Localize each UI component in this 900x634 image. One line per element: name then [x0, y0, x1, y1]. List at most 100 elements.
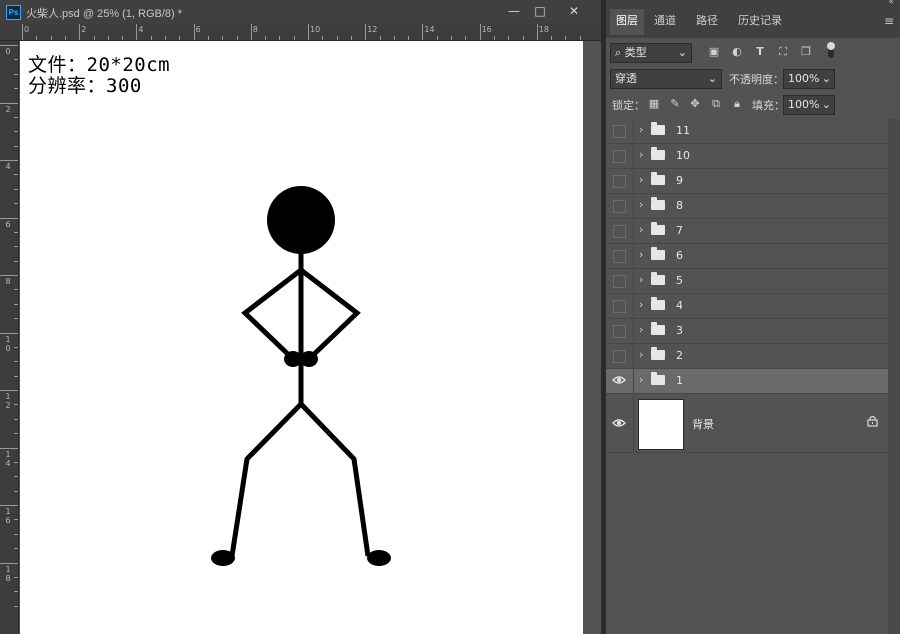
layer-visibility-toggle[interactable] [606, 269, 634, 293]
layer-name[interactable]: 6 [676, 249, 683, 262]
layer-group-row[interactable]: › 11 [606, 119, 888, 144]
layer-group-row[interactable]: › 4 [606, 294, 888, 319]
ruler-tick [393, 36, 395, 40]
filter-toggle[interactable] [827, 42, 835, 58]
layer-visibility-toggle[interactable] [606, 394, 634, 452]
layer-name[interactable]: 7 [676, 224, 683, 237]
ruler-tick [422, 24, 424, 40]
expand-chevron-icon[interactable]: › [639, 148, 643, 161]
layer-thumbnail[interactable] [638, 399, 684, 450]
layer-name[interactable]: 4 [676, 299, 683, 312]
close-button[interactable]: ✕ [560, 2, 588, 20]
layer-visibility-toggle[interactable] [606, 294, 634, 318]
tab-history[interactable]: 历史记录 [732, 9, 788, 35]
stick-figure-right-foot [367, 550, 391, 566]
layer-group-row[interactable]: › 10 [606, 144, 888, 169]
ruler-tick [122, 36, 124, 40]
layer-visibility-toggle[interactable] [606, 194, 634, 218]
ruler-tick [465, 36, 467, 40]
layer-visibility-toggle[interactable] [606, 119, 634, 143]
layer-group-row[interactable]: › 5 [606, 269, 888, 294]
layer-name[interactable]: 3 [676, 324, 683, 337]
opacity-value: 100% [788, 72, 820, 85]
layer-visibility-toggle[interactable] [606, 144, 634, 168]
minimize-button[interactable]: — [500, 2, 528, 20]
expand-chevron-icon[interactable]: › [639, 123, 643, 136]
tab-layers[interactable]: 图层 [610, 9, 644, 35]
vertical-ruler[interactable]: 0 2 4 6 8 10 12 14 16 18 [0, 41, 19, 634]
panel-menu-icon[interactable]: ≡ [884, 14, 894, 28]
ruler-tick [265, 36, 267, 40]
layer-name[interactable]: 背景 [692, 416, 714, 432]
ruler-tick [14, 145, 18, 147]
layer-filter-select[interactable]: ⌕ 类型 ⌄ [610, 43, 692, 63]
ruler-tick [14, 375, 18, 377]
ruler-left-label: 8 [5, 277, 11, 286]
expand-chevron-icon[interactable]: › [639, 198, 643, 211]
fill-field[interactable]: 100% ⌄ [783, 95, 835, 115]
layer-visibility-toggle[interactable] [606, 369, 634, 393]
ruler-tick [493, 36, 495, 40]
document-canvas[interactable]: 文件：20*20cm 分辨率：300 [20, 41, 583, 634]
expand-chevron-icon[interactable]: › [639, 173, 643, 186]
filter-shape-icon[interactable]: ⛶ [776, 45, 790, 59]
filter-adjustment-icon[interactable]: ◐ [730, 45, 744, 59]
chevron-down-icon: ⌄ [821, 98, 831, 111]
horizontal-ruler[interactable]: 0 2 4 6 8 10 12 14 16 18 [0, 24, 601, 41]
layer-name[interactable]: 9 [676, 174, 683, 187]
layer-group-row[interactable]: › 6 [606, 244, 888, 269]
expand-chevron-icon[interactable]: › [639, 373, 643, 386]
layer-name[interactable]: 10 [676, 149, 690, 162]
ruler-tick [14, 260, 18, 262]
layer-visibility-toggle[interactable] [606, 244, 634, 268]
ruler-tick [64, 36, 66, 40]
expand-chevron-icon[interactable]: › [639, 323, 643, 336]
ruler-tick [565, 36, 567, 40]
tab-channels[interactable]: 通道 [648, 9, 682, 35]
layer-visibility-toggle[interactable] [606, 344, 634, 368]
lock-pixels-icon[interactable]: ✎ [668, 97, 682, 111]
layer-visibility-toggle[interactable] [606, 219, 634, 243]
lock-artboard-icon[interactable]: ⧉ [709, 97, 723, 111]
layer-group-row[interactable]: › 3 [606, 319, 888, 344]
blend-mode-select[interactable]: 穿透 ⌄ [610, 69, 722, 89]
filter-pixel-icon[interactable]: ▣ [707, 45, 721, 59]
layer-group-row[interactable]: › 9 [606, 169, 888, 194]
layer-row-background[interactable]: 背景 [606, 394, 888, 453]
collapse-panel-icon[interactable]: « [888, 0, 894, 7]
document-tab-title[interactable]: 火柴人.psd @ 25% (1, RGB/8) * [26, 5, 182, 21]
layer-name[interactable]: 2 [676, 349, 683, 362]
expand-chevron-icon[interactable]: › [639, 223, 643, 236]
ruler-tick [14, 418, 18, 420]
filter-type-icon[interactable]: T [753, 45, 767, 59]
ruler-tick [336, 36, 338, 40]
lock-transparency-icon[interactable]: ▦ [647, 97, 661, 111]
layer-list-scrollbar[interactable] [888, 119, 900, 634]
maximize-button[interactable]: □ [526, 2, 554, 20]
ruler-tick [14, 433, 18, 435]
layer-visibility-toggle[interactable] [606, 319, 634, 343]
expand-chevron-icon[interactable]: › [639, 248, 643, 261]
layer-group-row[interactable]: › 1 [606, 369, 888, 394]
layer-group-row[interactable]: › 7 [606, 219, 888, 244]
expand-chevron-icon[interactable]: › [639, 348, 643, 361]
lock-all-icon[interactable]: 🔒︎ [730, 97, 744, 111]
ruler-top-label: 6 [195, 25, 201, 34]
lock-position-icon[interactable]: ✥ [688, 97, 702, 111]
folder-icon [651, 322, 665, 335]
layer-name[interactable]: 8 [676, 199, 683, 212]
ruler-tick [250, 24, 252, 40]
layer-visibility-toggle[interactable] [606, 169, 634, 193]
fill-label: 填充： [752, 99, 785, 112]
layer-name[interactable]: 11 [676, 124, 690, 137]
opacity-field[interactable]: 100% ⌄ [783, 69, 835, 89]
filter-smart-object-icon[interactable]: ❐ [799, 45, 813, 59]
layer-name[interactable]: 5 [676, 274, 683, 287]
layer-group-row[interactable]: › 2 [606, 344, 888, 369]
tab-paths[interactable]: 路径 [690, 9, 724, 35]
layer-group-row[interactable]: › 8 [606, 194, 888, 219]
layer-name[interactable]: 1 [676, 374, 683, 387]
visibility-off-box [613, 150, 626, 163]
expand-chevron-icon[interactable]: › [639, 273, 643, 286]
expand-chevron-icon[interactable]: › [639, 298, 643, 311]
